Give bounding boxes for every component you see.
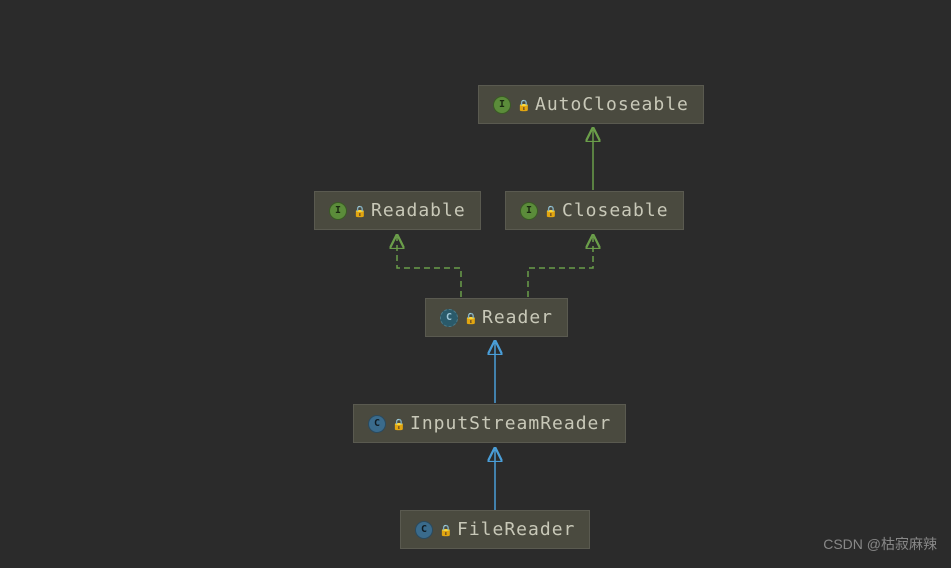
node-label: Reader: [482, 307, 553, 328]
node-closeable[interactable]: I 🔒 Closeable: [505, 191, 684, 230]
edge-reader-closeable: [528, 237, 593, 297]
node-filereader[interactable]: C 🔒 FileReader: [400, 510, 590, 549]
lock-icon: 🔒: [464, 312, 476, 324]
node-label: Closeable: [562, 200, 669, 221]
node-label: InputStreamReader: [410, 413, 611, 434]
lock-icon: 🔒: [353, 205, 365, 217]
lock-icon: 🔒: [439, 524, 451, 536]
node-label: AutoCloseable: [535, 94, 689, 115]
class-icon: C: [415, 521, 433, 539]
class-icon: C: [368, 415, 386, 433]
interface-icon: I: [329, 202, 347, 220]
lock-icon: 🔒: [392, 418, 404, 430]
edge-reader-readable: [397, 237, 461, 297]
watermark: CSDN @枯寂麻辣: [823, 534, 937, 554]
node-readable[interactable]: I 🔒 Readable: [314, 191, 481, 230]
node-autocloseable[interactable]: I 🔒 AutoCloseable: [478, 85, 704, 124]
lock-icon: 🔒: [517, 99, 529, 111]
node-label: FileReader: [457, 519, 575, 540]
lock-icon: 🔒: [544, 205, 556, 217]
node-reader[interactable]: C 🔒 Reader: [425, 298, 568, 337]
node-label: Readable: [371, 200, 466, 221]
interface-icon: I: [493, 96, 511, 114]
node-inputstreamreader[interactable]: C 🔒 InputStreamReader: [353, 404, 626, 443]
interface-icon: I: [520, 202, 538, 220]
connections-layer: [0, 0, 951, 568]
abstract-class-icon: C: [440, 309, 458, 327]
